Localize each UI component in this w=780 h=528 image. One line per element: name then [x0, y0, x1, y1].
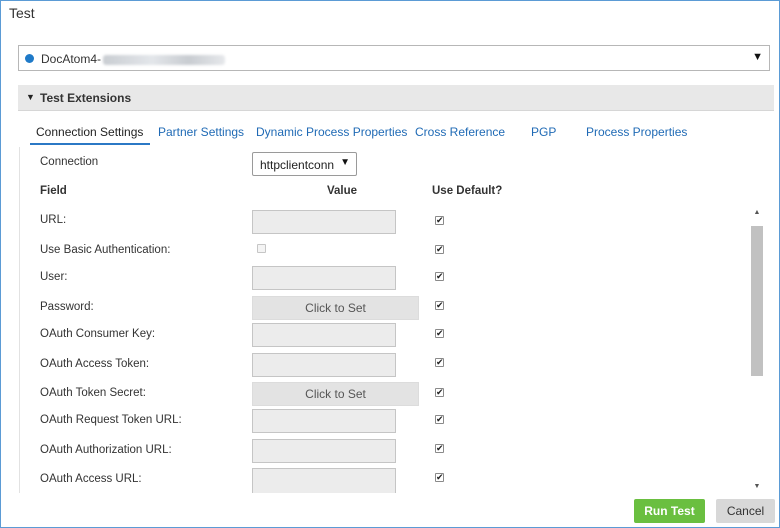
oauth-request-token-url-input[interactable]: [252, 409, 396, 433]
tab-bar: Connection Settings Partner Settings Dyn…: [28, 119, 768, 145]
field-label-user: User:: [40, 271, 68, 283]
connection-label: Connection: [40, 156, 99, 168]
column-header-value: Value: [327, 185, 358, 197]
use-default-checkbox-oauth-consumer-key[interactable]: ✔: [435, 329, 444, 338]
field-label-oauth-consumer-key: OAuth Consumer Key:: [40, 328, 156, 340]
oauth-consumer-key-input[interactable]: [252, 323, 396, 347]
scroll-thumb[interactable]: [751, 226, 763, 376]
use-default-checkbox-oauth-authorization-url[interactable]: ✔: [435, 444, 444, 453]
tab-connection-settings[interactable]: Connection Settings: [36, 125, 143, 139]
collapse-triangle-icon[interactable]: ▼: [26, 92, 35, 102]
redacted-hostname: [103, 54, 226, 65]
field-label-password: Password:: [40, 301, 94, 313]
vertical-scrollbar[interactable]: ▲ ▼: [751, 209, 763, 493]
section-title: Test Extensions: [40, 91, 132, 105]
atom-name: DocAtom4-: [41, 52, 226, 66]
active-tab-indicator: [30, 143, 150, 145]
field-label-oauth-authorization-url: OAuth Authorization URL:: [40, 444, 172, 456]
chevron-down-icon: ▼: [340, 157, 350, 168]
chevron-down-icon[interactable]: ▼: [752, 51, 763, 63]
field-label-oauth-access-token: OAuth Access Token:: [40, 358, 150, 370]
use-basic-auth-checkbox: [257, 244, 266, 253]
field-label-url: URL:: [40, 214, 67, 226]
use-default-checkbox-url[interactable]: ✔: [435, 216, 444, 225]
use-default-checkbox-password[interactable]: ✔: [435, 301, 444, 310]
cancel-button[interactable]: Cancel: [716, 499, 775, 523]
oauth-access-token-input[interactable]: [252, 353, 396, 377]
dialog-title: Test: [9, 5, 35, 21]
field-label-oauth-access-url: OAuth Access URL:: [40, 473, 142, 485]
oauth-authorization-url-input[interactable]: [252, 439, 396, 463]
connection-select[interactable]: httpclientconn ▼: [252, 152, 357, 176]
run-test-button[interactable]: Run Test: [634, 499, 705, 523]
use-default-checkbox-basic-auth[interactable]: ✔: [435, 245, 444, 254]
status-dot-icon: [25, 54, 34, 63]
atom-select[interactable]: DocAtom4- ▼: [18, 45, 770, 71]
connection-value: httpclientconn: [260, 158, 335, 172]
content-divider: [19, 147, 20, 493]
column-header-field: Field: [40, 185, 67, 197]
tab-cross-reference[interactable]: Cross Reference: [415, 125, 505, 139]
test-dialog: Test DocAtom4- ▼ ▼ Test Extensions Conne…: [0, 0, 780, 528]
section-test-extensions[interactable]: ▼ Test Extensions: [18, 85, 774, 111]
tab-pgp[interactable]: PGP: [531, 125, 556, 139]
oauth-token-secret-click-to-set-button[interactable]: Click to Set: [252, 382, 419, 406]
use-default-checkbox-oauth-token-secret[interactable]: ✔: [435, 388, 444, 397]
use-default-checkbox-oauth-request-token-url[interactable]: ✔: [435, 415, 444, 424]
scroll-up-arrow-icon[interactable]: ▲: [751, 209, 763, 219]
tab-process-properties[interactable]: Process Properties: [586, 125, 687, 139]
scroll-down-arrow-icon[interactable]: ▼: [751, 483, 763, 493]
column-header-use-default: Use Default?: [432, 185, 503, 197]
use-default-checkbox-user[interactable]: ✔: [435, 272, 444, 281]
password-click-to-set-button[interactable]: Click to Set: [252, 296, 419, 320]
field-label-oauth-token-secret: OAuth Token Secret:: [40, 387, 146, 399]
url-input[interactable]: [252, 210, 396, 234]
field-label-oauth-request-token-url: OAuth Request Token URL:: [40, 414, 182, 426]
use-default-checkbox-oauth-access-url[interactable]: ✔: [435, 473, 444, 482]
use-default-checkbox-oauth-access-token[interactable]: ✔: [435, 358, 444, 367]
tab-partner-settings[interactable]: Partner Settings: [158, 125, 244, 139]
oauth-access-url-input[interactable]: [252, 468, 396, 493]
tab-dynamic-process-properties[interactable]: Dynamic Process Properties: [256, 125, 407, 139]
field-label-use-basic-auth: Use Basic Authentication:: [40, 244, 171, 256]
user-input[interactable]: [252, 266, 396, 290]
